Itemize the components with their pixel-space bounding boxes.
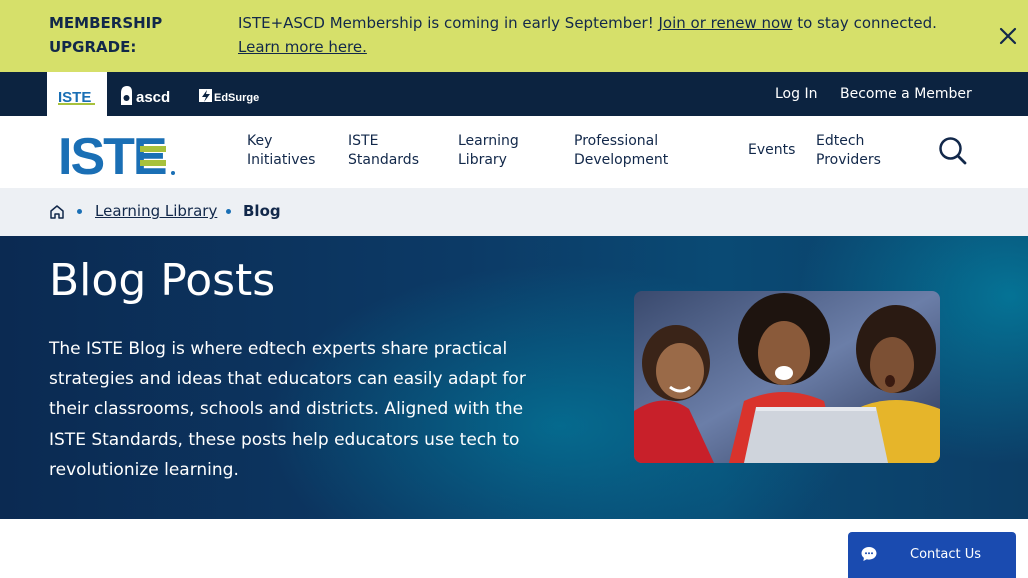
banner-text-before: ISTE+ASCD Membership is coming in early … <box>238 14 659 32</box>
nav-professional-development[interactable]: Professional Development <box>574 132 692 170</box>
iste-logo[interactable]: ISTE <box>58 128 178 186</box>
breadcrumb-separator <box>226 209 231 214</box>
hero-photo <box>634 291 940 463</box>
banner-title: MEMBERSHIP UPGRADE: <box>49 14 163 56</box>
banner-text-middle: to stay connected. <box>792 14 937 32</box>
become-member-link[interactable]: Become a Member <box>840 84 972 104</box>
join-renew-link[interactable]: Join or renew now <box>659 14 793 32</box>
nav-key-initiatives[interactable]: Key Initiatives <box>247 132 327 170</box>
learn-more-link[interactable]: Learn more here. <box>238 38 367 56</box>
edsurge-logo[interactable]: EdSurge <box>199 87 261 105</box>
contact-us-label: Contact Us <box>910 547 981 562</box>
search-icon[interactable] <box>938 136 968 166</box>
main-nav: ISTE Key Initiatives ISTE Standards Lear… <box>0 116 1028 188</box>
nav-learning-library[interactable]: Learning Library <box>458 132 538 170</box>
membership-banner: MEMBERSHIP UPGRADE: ISTE+ASCD Membership… <box>0 0 1028 72</box>
nav-edtech-providers[interactable]: Edtech Providers <box>816 132 896 170</box>
nav-events[interactable]: Events <box>748 141 795 160</box>
edsurge-brand-label: EdSurge <box>214 92 259 104</box>
breadcrumb-learning-library[interactable]: Learning Library <box>95 201 217 221</box>
breadcrumb-current-page: Blog <box>243 202 281 220</box>
contact-us-button[interactable]: Contact Us <box>848 532 1016 578</box>
home-icon[interactable] <box>49 203 65 221</box>
banner-message: ISTE+ASCD Membership is coming in early … <box>238 11 978 59</box>
breadcrumb: Learning Library Blog <box>0 188 1028 236</box>
iste-logo-text: ISTE <box>58 128 166 178</box>
iste-brand-tab[interactable]: ISTE <box>47 72 107 116</box>
ascd-brand-label: ascd <box>136 89 170 106</box>
hero-section: Blog Posts The ISTE Blog is where edtech… <box>0 236 1028 519</box>
nav-iste-standards[interactable]: ISTE Standards <box>348 132 428 170</box>
ascd-logo[interactable]: ascd <box>119 83 179 107</box>
breadcrumb-separator <box>77 209 82 214</box>
login-link[interactable]: Log In <box>775 84 817 104</box>
brand-bar: ISTE ascd EdSurge Log In Become a Member <box>0 72 1028 116</box>
close-icon[interactable] <box>996 24 1020 48</box>
hero-description: The ISTE Blog is where edtech experts sh… <box>49 339 526 480</box>
page-title: Blog Posts <box>49 255 276 306</box>
chat-icon <box>860 545 878 563</box>
